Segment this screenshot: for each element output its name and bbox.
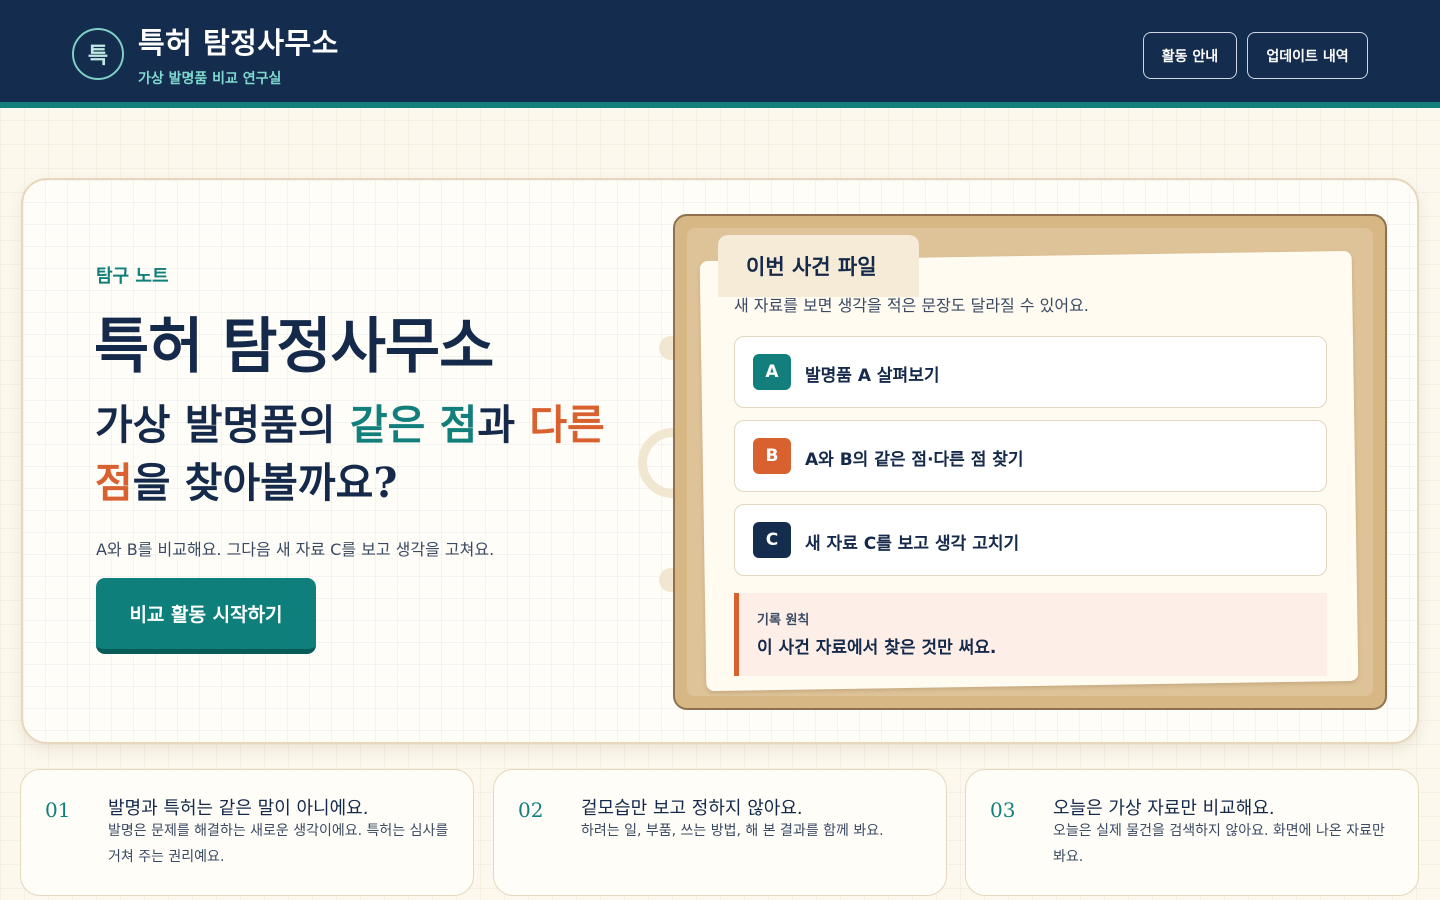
- info-title: 발명과 특허는 같은 말이 아니에요.: [108, 798, 369, 819]
- step-badge: B: [753, 438, 791, 474]
- hero-description: A와 B를 비교해요. 그다음 새 자료 C를 보고 생각을 고쳐요.: [96, 540, 495, 559]
- hero-eyebrow: 탐구 노트: [96, 266, 169, 287]
- logo-icon: 특: [72, 28, 124, 80]
- case-file-note: 새 자료를 보면 생각을 적은 문장도 달라질 수 있어요.: [734, 296, 1089, 315]
- question-text-2: 과: [477, 401, 530, 449]
- info-card-3: 03 오늘은 가상 자료만 비교해요. 오늘은 실제 물건을 검색하지 않아요.…: [965, 769, 1419, 896]
- step-label: 발명품 A 살펴보기: [805, 366, 940, 386]
- step-badge: A: [753, 354, 791, 390]
- question-text-3: 을 찾아볼까요?: [132, 459, 398, 507]
- site-title: 특허 탐정사무소: [138, 26, 339, 60]
- site-subtitle: 가상 발명품 비교 연구실: [138, 71, 282, 87]
- info-card-2: 02 겉모습만 보고 정하지 않아요. 하려는 일, 부품, 쓰는 방법, 해 …: [493, 769, 947, 896]
- top-header: 특 특허 탐정사무소 가상 발명품 비교 연구실 활동 안내 업데이트 내역: [0, 0, 1440, 108]
- step-label: A와 B의 같은 점·다른 점 찾기: [805, 450, 1024, 470]
- step-item-a[interactable]: A 발명품 A 살펴보기: [734, 336, 1327, 408]
- recording-rule-box: 기록 원칙 이 사건 자료에서 찾은 것만 써요.: [734, 593, 1327, 676]
- info-text: 발명은 문제를 해결하는 새로운 생각이에요. 특허는 심사를 거쳐 주는 권리…: [108, 823, 449, 865]
- rule-text: 이 사건 자료에서 찾은 것만 써요.: [757, 638, 997, 658]
- case-file-board: 이번 사건 파일 새 자료를 보면 생각을 적은 문장도 달라질 수 있어요. …: [673, 214, 1387, 710]
- step-badge: C: [753, 522, 791, 558]
- rule-title: 기록 원칙: [757, 613, 810, 628]
- step-item-b[interactable]: B A와 B의 같은 점·다른 점 찾기: [734, 420, 1327, 492]
- info-card-1: 01 발명과 특허는 같은 말이 아니에요. 발명은 문제를 해결하는 새로운 …: [20, 769, 474, 896]
- info-title: 오늘은 가상 자료만 비교해요.: [1053, 798, 1275, 819]
- hero-title: 특허 탐정사무소: [94, 312, 494, 382]
- step-item-c[interactable]: C 새 자료 C를 보고 생각 고치기: [734, 504, 1327, 576]
- hero-question: 가상 발명품의 같은 점과 다른 점을 찾아볼까요?: [95, 396, 615, 512]
- info-number: 02: [518, 798, 544, 822]
- info-title: 겉모습만 보고 정하지 않아요.: [581, 798, 803, 819]
- info-text: 오늘은 실제 물건을 검색하지 않아요. 화면에 나온 자료만 봐요.: [1053, 823, 1385, 865]
- step-label: 새 자료 C를 보고 생각 고치기: [805, 534, 1020, 554]
- question-highlight-same: 같은 점: [349, 401, 478, 449]
- info-number: 01: [45, 798, 71, 822]
- start-comparison-button[interactable]: 비교 활동 시작하기: [96, 578, 316, 654]
- update-history-button[interactable]: 업데이트 내역: [1247, 32, 1368, 79]
- activity-guide-button[interactable]: 활동 안내: [1143, 32, 1237, 79]
- info-number: 03: [990, 798, 1016, 822]
- question-text-1: 가상 발명품의: [95, 401, 350, 449]
- info-text: 하려는 일, 부품, 쓰는 방법, 해 본 결과를 함께 봐요.: [581, 823, 884, 839]
- hero-card: 탐구 노트 특허 탐정사무소 가상 발명품의 같은 점과 다른 점을 찾아볼까요…: [21, 178, 1419, 744]
- case-file-tab: 이번 사건 파일: [718, 235, 919, 297]
